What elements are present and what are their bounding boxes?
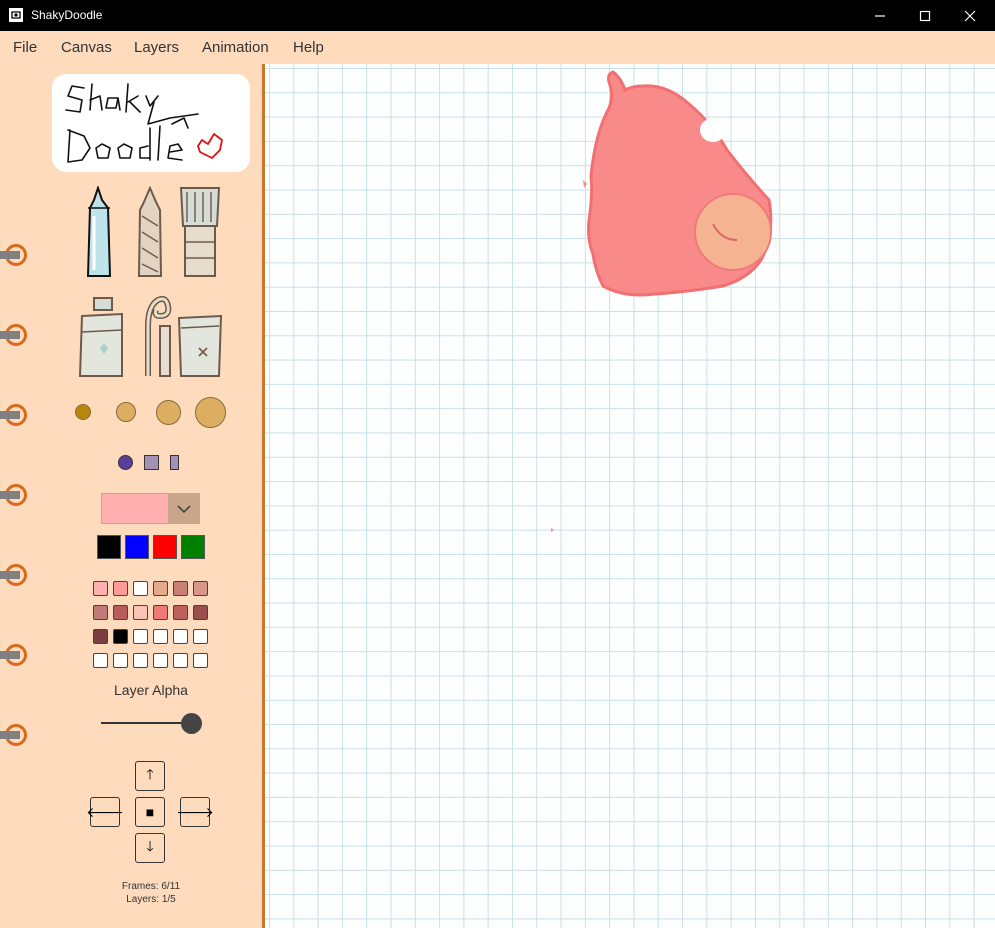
close-icon [964, 10, 976, 21]
palette-swatch[interactable] [93, 653, 108, 668]
brush-size-large-button[interactable] [156, 400, 181, 425]
arrow-up-icon: 🡑 [146, 766, 154, 782]
app-logo-icon [9, 8, 23, 22]
palette-swatch[interactable] [193, 629, 208, 644]
palette-swatch[interactable] [193, 605, 208, 620]
marker-icon [86, 184, 112, 277]
notebook-ring-icon [0, 244, 27, 266]
app-logo [52, 74, 250, 172]
palette-swatch[interactable] [173, 581, 188, 596]
chevron-down-icon [177, 505, 190, 513]
arrow-right-icon: 🡒 [176, 803, 214, 820]
stop-icon: ■ [145, 804, 155, 820]
palette-swatch[interactable] [153, 581, 168, 596]
shake-tool-button[interactable] [136, 286, 174, 378]
brush-size-xlarge-button[interactable] [195, 397, 226, 428]
notebook-ring-icon [0, 484, 27, 506]
palette-swatch[interactable] [113, 605, 128, 620]
menu-canvas[interactable]: Canvas [61, 40, 112, 56]
palette-swatch[interactable] [173, 605, 188, 620]
quick-color-swatch[interactable] [181, 535, 205, 559]
notebook-ring-icon [0, 404, 27, 426]
palette-swatch[interactable] [133, 629, 148, 644]
menu-layers[interactable]: Layers [134, 40, 179, 56]
palette-swatch[interactable] [193, 581, 208, 596]
nav-stop-button[interactable]: ■ [135, 797, 165, 827]
window-title: ShakyDoodle [31, 8, 103, 22]
palette-swatch[interactable] [173, 653, 188, 668]
marker-tool-button[interactable] [82, 184, 116, 278]
nav-left-button[interactable]: 🡐 [86, 797, 124, 827]
notebook-ring-icon [0, 724, 27, 746]
palette-swatch[interactable] [113, 629, 128, 644]
pencil-tool-button[interactable] [133, 185, 167, 278]
nav-down-button[interactable]: 🡓 [135, 833, 165, 863]
drawing-canvas[interactable] [265, 64, 995, 928]
nav-right-button[interactable]: 🡒 [176, 797, 214, 827]
close-button[interactable] [947, 0, 993, 31]
palette-swatch[interactable] [173, 629, 188, 644]
menu-help[interactable]: Help [293, 40, 324, 56]
brush-size-small-button[interactable] [75, 404, 91, 420]
brush-shape-square-button[interactable] [144, 455, 159, 470]
palette-swatch[interactable] [153, 605, 168, 620]
palette-swatch[interactable] [93, 581, 108, 596]
quick-color-swatch[interactable] [153, 535, 177, 559]
brush-shape-rectangle-button[interactable] [170, 455, 179, 470]
layers-status: Layers: 1/5 [126, 894, 176, 905]
eraser-tool-button[interactable] [177, 314, 225, 378]
brush-shape-circle-button[interactable] [118, 455, 133, 470]
layer-alpha-slider-track[interactable] [101, 722, 191, 724]
layer-alpha-slider-thumb[interactable] [181, 713, 202, 734]
menu-animation[interactable]: Animation [202, 40, 269, 56]
palette-swatch[interactable] [193, 653, 208, 668]
minimize-icon [875, 14, 885, 17]
arrow-down-icon: 🡓 [146, 838, 154, 854]
palette-swatch[interactable] [113, 581, 128, 596]
shake-spiral-icon [145, 295, 172, 377]
blob-drawing [551, 70, 773, 532]
palette-swatch[interactable] [133, 581, 148, 596]
palette-swatch[interactable] [133, 605, 148, 620]
palette-swatch[interactable] [93, 629, 108, 644]
frames-status: Frames: 6/11 [121, 881, 181, 892]
palette-swatch[interactable] [133, 653, 148, 668]
eraser-tube-icon [177, 314, 223, 377]
palette-swatch[interactable] [153, 629, 168, 644]
spray-tool-button[interactable] [78, 296, 126, 378]
layer-alpha-label: Layer Alpha [114, 682, 188, 698]
palette-swatch[interactable] [93, 605, 108, 620]
brush-tool-button[interactable] [177, 186, 223, 278]
quick-color-swatch[interactable] [125, 535, 149, 559]
menu-bar: File Canvas Layers Animation Help [0, 31, 995, 64]
pencil-icon [137, 185, 163, 277]
minimize-button[interactable] [857, 0, 903, 31]
maximize-icon [919, 10, 931, 21]
brush-size-medium-button[interactable] [116, 402, 136, 422]
menu-file[interactable]: File [13, 40, 37, 56]
nav-up-button[interactable]: 🡑 [135, 761, 165, 791]
dropdown-toggle[interactable] [168, 494, 199, 523]
palette-swatch[interactable] [113, 653, 128, 668]
spray-can-icon [78, 297, 123, 377]
notebook-ring-icon [0, 564, 27, 586]
notebook-ring-icon [0, 324, 27, 346]
color-picker-dropdown[interactable] [101, 493, 200, 524]
brush-icon [179, 187, 221, 277]
arrow-left-icon: 🡐 [86, 803, 124, 820]
shakydoodle-logo-icon [65, 83, 223, 163]
maximize-button[interactable] [902, 0, 948, 31]
quick-color-swatch[interactable] [97, 535, 121, 559]
title-bar: ShakyDoodle [0, 0, 995, 31]
notebook-ring-icon [0, 644, 27, 666]
palette-swatch[interactable] [153, 653, 168, 668]
